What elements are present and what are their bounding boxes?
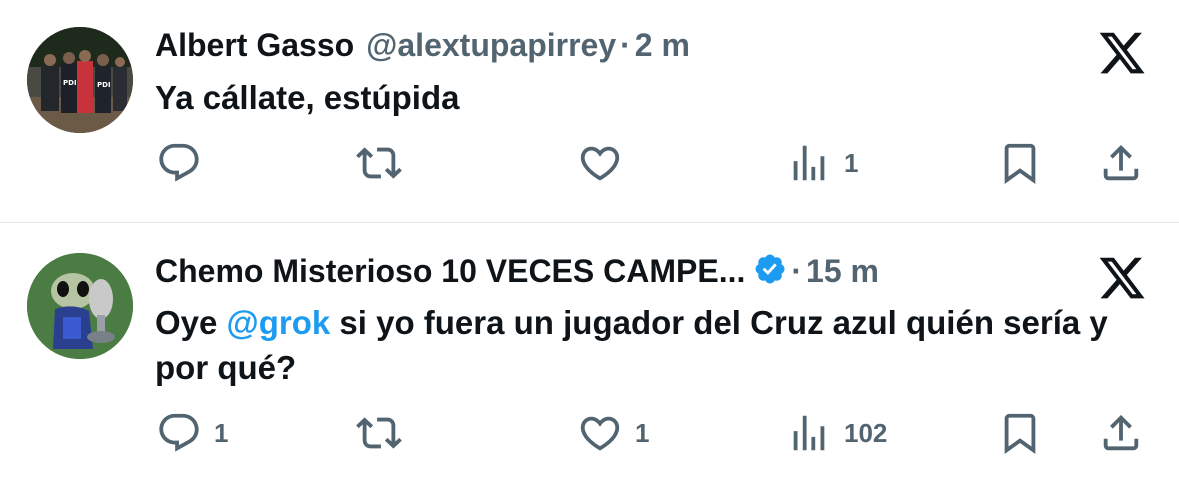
tweet-actions: 1 [0, 138, 1179, 188]
x-logo-icon [1099, 32, 1145, 74]
like-count: 1 [635, 417, 650, 448]
views-icon [793, 145, 825, 181]
reply-button[interactable]: 1 [156, 408, 228, 458]
verified-badge-icon [755, 254, 785, 284]
reply-icon [159, 143, 199, 182]
like-button[interactable] [577, 138, 635, 188]
views-count: 1 [844, 147, 859, 178]
tweet-text-start: Oye [155, 304, 227, 341]
views-button[interactable]: 102 [786, 408, 887, 458]
like-icon [580, 416, 620, 451]
tweet-text: Ya cállate, estúpida [155, 79, 460, 116]
bookmark-button[interactable] [997, 408, 1043, 458]
like-icon [580, 146, 620, 181]
retweet-icon [356, 417, 402, 449]
timestamp[interactable]: 2 m [635, 27, 690, 63]
share-icon [1103, 414, 1139, 451]
tweet-item[interactable]: Chemo Misterioso 10 VECES CAMPE... · 15 m … [0, 223, 1179, 478]
views-count: 102 [844, 417, 888, 448]
avatar-image [27, 253, 133, 359]
svg-text:PDI: PDI [97, 81, 111, 89]
bookmark-button[interactable] [997, 138, 1043, 188]
author-handle[interactable]: @alextupapirrey [366, 27, 616, 63]
retweet-button[interactable] [356, 138, 414, 188]
avatar-image: PDI PDI [27, 27, 133, 133]
retweet-icon [356, 147, 402, 179]
svg-text:PDI: PDI [63, 79, 77, 87]
retweet-button[interactable] [356, 408, 414, 458]
tweet-actions: 1 1 102 [0, 408, 1179, 458]
share-icon [1103, 144, 1139, 181]
views-button[interactable]: 1 [786, 138, 858, 188]
tweet-text: Oye @grok si yo fuera un jugador del Cru… [155, 300, 1145, 390]
separator-dot: · [620, 27, 631, 63]
tweet-item[interactable]: PDI PDI Albert Gasso @alextupapirrey · 2 m … [0, 0, 1179, 222]
views-icon [793, 415, 825, 451]
timestamp[interactable]: 15 m [806, 253, 879, 289]
share-button[interactable] [1098, 408, 1144, 458]
tweet-header: Chemo Misterioso 10 VECES CAMPE... · 15 m [155, 251, 879, 291]
avatar[interactable] [27, 253, 133, 359]
avatar[interactable]: PDI PDI [27, 27, 133, 133]
reply-count: 1 [214, 417, 229, 448]
author-name[interactable]: Chemo Misterioso 10 VECES CAMPE... [155, 253, 745, 289]
share-button[interactable] [1098, 138, 1144, 188]
reply-button[interactable] [156, 138, 214, 188]
bookmark-icon [1004, 143, 1036, 184]
tweet-header: Albert Gasso @alextupapirrey · 2 m [155, 25, 690, 65]
x-logo-icon [1099, 257, 1145, 299]
separator-dot: · [791, 253, 803, 289]
mention-link[interactable]: @grok [227, 304, 331, 341]
like-button[interactable]: 1 [577, 408, 649, 458]
bookmark-icon [1004, 413, 1036, 454]
reply-icon [159, 413, 199, 452]
author-name[interactable]: Albert Gasso [155, 27, 354, 63]
